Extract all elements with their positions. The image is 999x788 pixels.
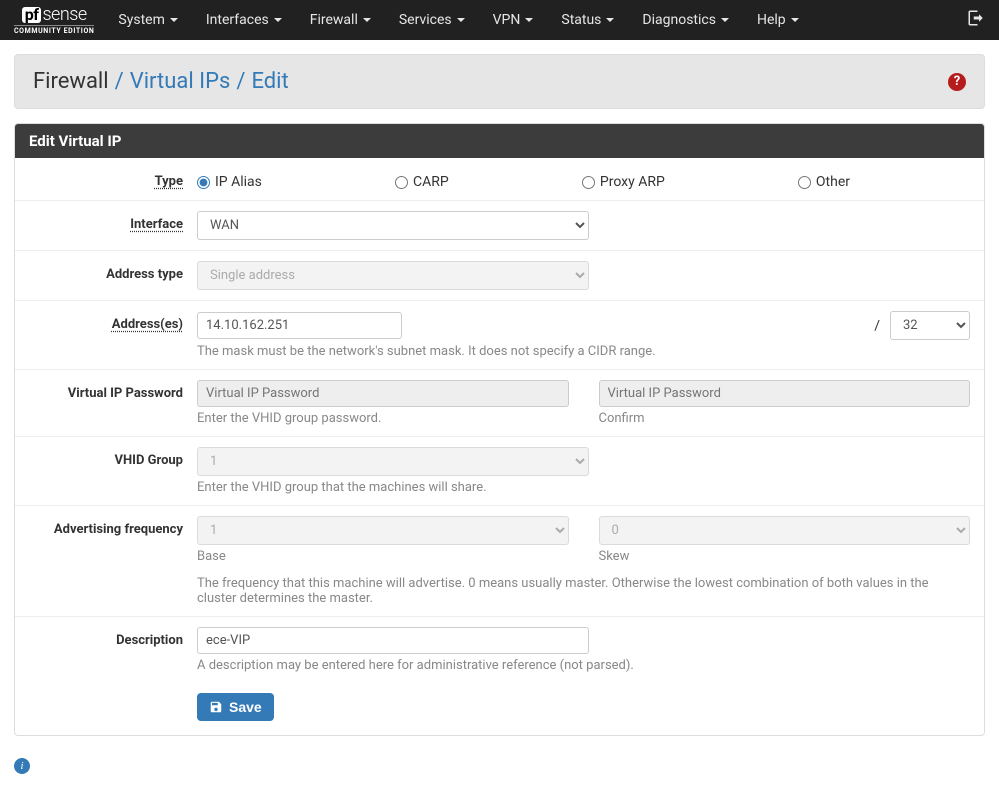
- chevron-down-icon: [791, 18, 799, 22]
- label-type: Type: [15, 168, 197, 189]
- chevron-down-icon: [457, 18, 465, 22]
- label-address-type: Address type: [15, 261, 197, 282]
- address-type-select: Single address: [197, 261, 589, 290]
- nav-services[interactable]: Services: [385, 12, 479, 28]
- nav-firewall[interactable]: Firewall: [296, 12, 385, 28]
- subnet-mask-select[interactable]: 32: [890, 311, 970, 340]
- adv-freq-skew-select: 0: [599, 516, 971, 545]
- nav-interfaces[interactable]: Interfaces: [192, 12, 296, 28]
- interface-select[interactable]: WAN: [197, 211, 589, 240]
- brand-subtitle: COMMUNITY EDITION: [14, 25, 94, 35]
- address-input[interactable]: [197, 312, 402, 339]
- edit-virtual-ip-panel: Edit Virtual IP Type IP Alias CARP Proxy…: [14, 123, 985, 736]
- nav-help[interactable]: Help: [743, 12, 813, 28]
- chevron-down-icon: [721, 18, 729, 22]
- label-addresses: Address(es): [15, 311, 197, 332]
- chevron-down-icon: [170, 18, 178, 22]
- chevron-down-icon: [363, 18, 371, 22]
- radio-carp[interactable]: CARP: [395, 174, 449, 190]
- vhid-group-select: 1: [197, 447, 589, 476]
- vip-password-confirm-help: Confirm: [599, 411, 971, 426]
- brand-sense: sense: [42, 6, 86, 24]
- adv-freq-help: The frequency that this machine will adv…: [197, 576, 970, 606]
- radio-other[interactable]: Other: [798, 174, 850, 190]
- breadcrumb-virtual-ips[interactable]: Virtual IPs: [130, 69, 231, 94]
- label-vhid-group: VHID Group: [15, 447, 197, 468]
- label-adv-freq: Advertising frequency: [15, 516, 197, 537]
- nav-diagnostics[interactable]: Diagnostics: [628, 12, 743, 28]
- panel-title: Edit Virtual IP: [15, 124, 984, 158]
- chevron-down-icon: [525, 18, 533, 22]
- chevron-down-icon: [606, 18, 614, 22]
- breadcrumb: Firewall / Virtual IPs / Edit ?: [14, 54, 985, 109]
- radio-ip-alias[interactable]: IP Alias: [197, 174, 262, 190]
- nav-vpn[interactable]: VPN: [479, 12, 548, 28]
- brand-logo[interactable]: pf sense COMMUNITY EDITION: [14, 6, 94, 35]
- top-navbar: pf sense COMMUNITY EDITION System Interf…: [0, 0, 999, 40]
- address-help: The mask must be the network's subnet ma…: [197, 344, 970, 359]
- vhid-help: Enter the VHID group that the machines w…: [197, 480, 970, 495]
- vip-password-help: Enter the VHID group password.: [197, 411, 569, 426]
- nav-status[interactable]: Status: [547, 12, 628, 28]
- vip-password-confirm-input: [599, 380, 971, 407]
- help-icon[interactable]: ?: [948, 73, 966, 91]
- logout-icon[interactable]: [967, 9, 985, 31]
- description-input[interactable]: [197, 627, 589, 654]
- vip-password-input: [197, 380, 569, 407]
- info-icon[interactable]: i: [14, 758, 30, 774]
- main-nav: System Interfaces Firewall Services VPN …: [104, 12, 812, 28]
- nav-system[interactable]: System: [104, 12, 191, 28]
- adv-freq-skew-label: Skew: [599, 549, 971, 564]
- description-help: A description may be entered here for ad…: [197, 658, 970, 673]
- adv-freq-base-label: Base: [197, 549, 569, 564]
- label-interface: Interface: [15, 211, 197, 232]
- adv-freq-base-select: 1: [197, 516, 569, 545]
- label-description: Description: [15, 627, 197, 648]
- subnet-slash: /: [874, 318, 880, 334]
- save-button[interactable]: Save: [197, 693, 274, 721]
- radio-proxy-arp[interactable]: Proxy ARP: [582, 174, 665, 190]
- save-icon: [209, 700, 223, 714]
- chevron-down-icon: [274, 18, 282, 22]
- breadcrumb-root: Firewall: [33, 69, 109, 94]
- label-vip-password: Virtual IP Password: [15, 380, 197, 401]
- brand-pf: pf: [22, 7, 42, 23]
- breadcrumb-edit[interactable]: Edit: [251, 69, 288, 94]
